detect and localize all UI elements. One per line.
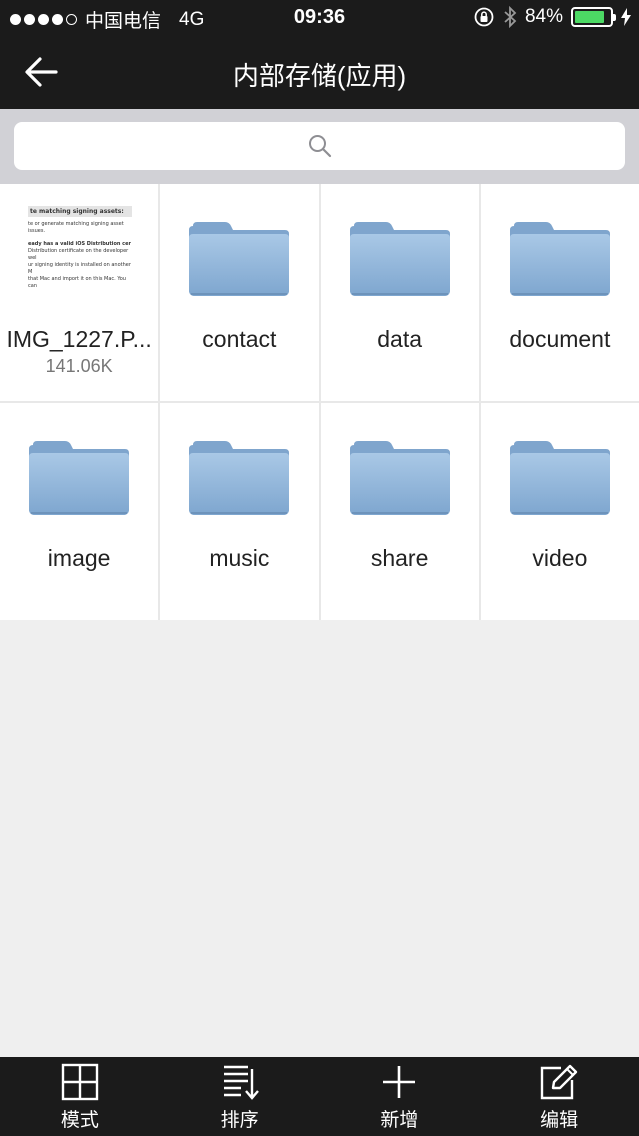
folder-name: music [209, 545, 270, 571]
edit-label: 编辑 [540, 1110, 579, 1131]
folder-item[interactable]: contact [160, 184, 319, 401]
thumb-line: te or generate matching signing asset [28, 221, 124, 227]
folder-icon [29, 441, 130, 515]
folder-item[interactable]: music [160, 403, 319, 620]
add-icon [383, 1066, 416, 1098]
search-area [0, 109, 639, 184]
folder-name: contact [202, 326, 277, 352]
new-button[interactable]: 新增 [320, 1057, 480, 1136]
edit-icon [540, 1064, 578, 1100]
search-input[interactable] [14, 122, 625, 170]
nav-bar: 内部存储(应用) [0, 36, 639, 109]
thumb-line: eady has a valid iOS Distribution cer [28, 241, 132, 247]
sort-icon [223, 1065, 259, 1100]
folder-name: document [509, 326, 611, 352]
folder-icon [509, 222, 610, 296]
thumb-line: Distribution certificate on the develope… [28, 248, 129, 261]
top-bar: 中国电信 4G 09:36 84% 内部存储(应用) [0, 0, 639, 109]
folder-item[interactable]: share [320, 403, 479, 620]
battery-icon [571, 7, 616, 27]
edit-button[interactable]: 编辑 [479, 1057, 639, 1136]
folder-item[interactable]: document [480, 184, 639, 401]
orientation-lock-icon [474, 7, 494, 27]
folder-icon [509, 441, 610, 515]
sort-label: 排序 [220, 1110, 259, 1131]
file-size: 141.06K [45, 356, 113, 376]
battery-percent: 84% [524, 6, 563, 27]
status-right: 84% [473, 5, 631, 29]
search-icon [308, 135, 331, 158]
grid-mode-icon [61, 1063, 99, 1101]
folder-name: data [377, 326, 422, 352]
bottom-toolbar: 模式 排序 新增 编辑 [0, 1057, 639, 1136]
mode-label: 模式 [60, 1110, 99, 1131]
folder-item[interactable]: video [480, 403, 639, 620]
battery-fill [575, 11, 604, 23]
thumb-line: ur signing identity is installed on anot… [28, 262, 131, 275]
file-thumbnail: te matching signing assets: te or genera… [28, 206, 132, 306]
thumb-line: issues. [28, 228, 46, 234]
file-name: IMG_1227.P... [6, 326, 152, 352]
folder-name: share [370, 545, 429, 571]
mode-button[interactable]: 模式 [0, 1057, 160, 1136]
status-bar: 中国电信 4G 09:36 84% [0, 0, 639, 36]
file-item-image[interactable]: te matching signing assets: te or genera… [0, 184, 159, 401]
bluetooth-icon [504, 5, 517, 29]
folder-icon [349, 222, 450, 296]
page-title: 内部存储(应用) [232, 61, 407, 91]
folder-name: image [47, 545, 111, 571]
folder-icon [189, 222, 290, 296]
folder-item[interactable]: image [0, 403, 159, 620]
sort-button[interactable]: 排序 [160, 1057, 320, 1136]
thumb-header: te matching signing assets: [28, 206, 132, 217]
file-grid: te matching signing assets: te or genera… [0, 184, 639, 620]
folder-item[interactable]: data [320, 184, 479, 401]
folder-name: video [532, 545, 588, 571]
folder-icon [189, 441, 290, 515]
charging-bolt-icon [621, 8, 631, 26]
folder-icon [349, 441, 450, 515]
new-label: 新增 [380, 1110, 419, 1131]
thumb-line: that Mac and import it on this Mac. You … [28, 276, 126, 289]
